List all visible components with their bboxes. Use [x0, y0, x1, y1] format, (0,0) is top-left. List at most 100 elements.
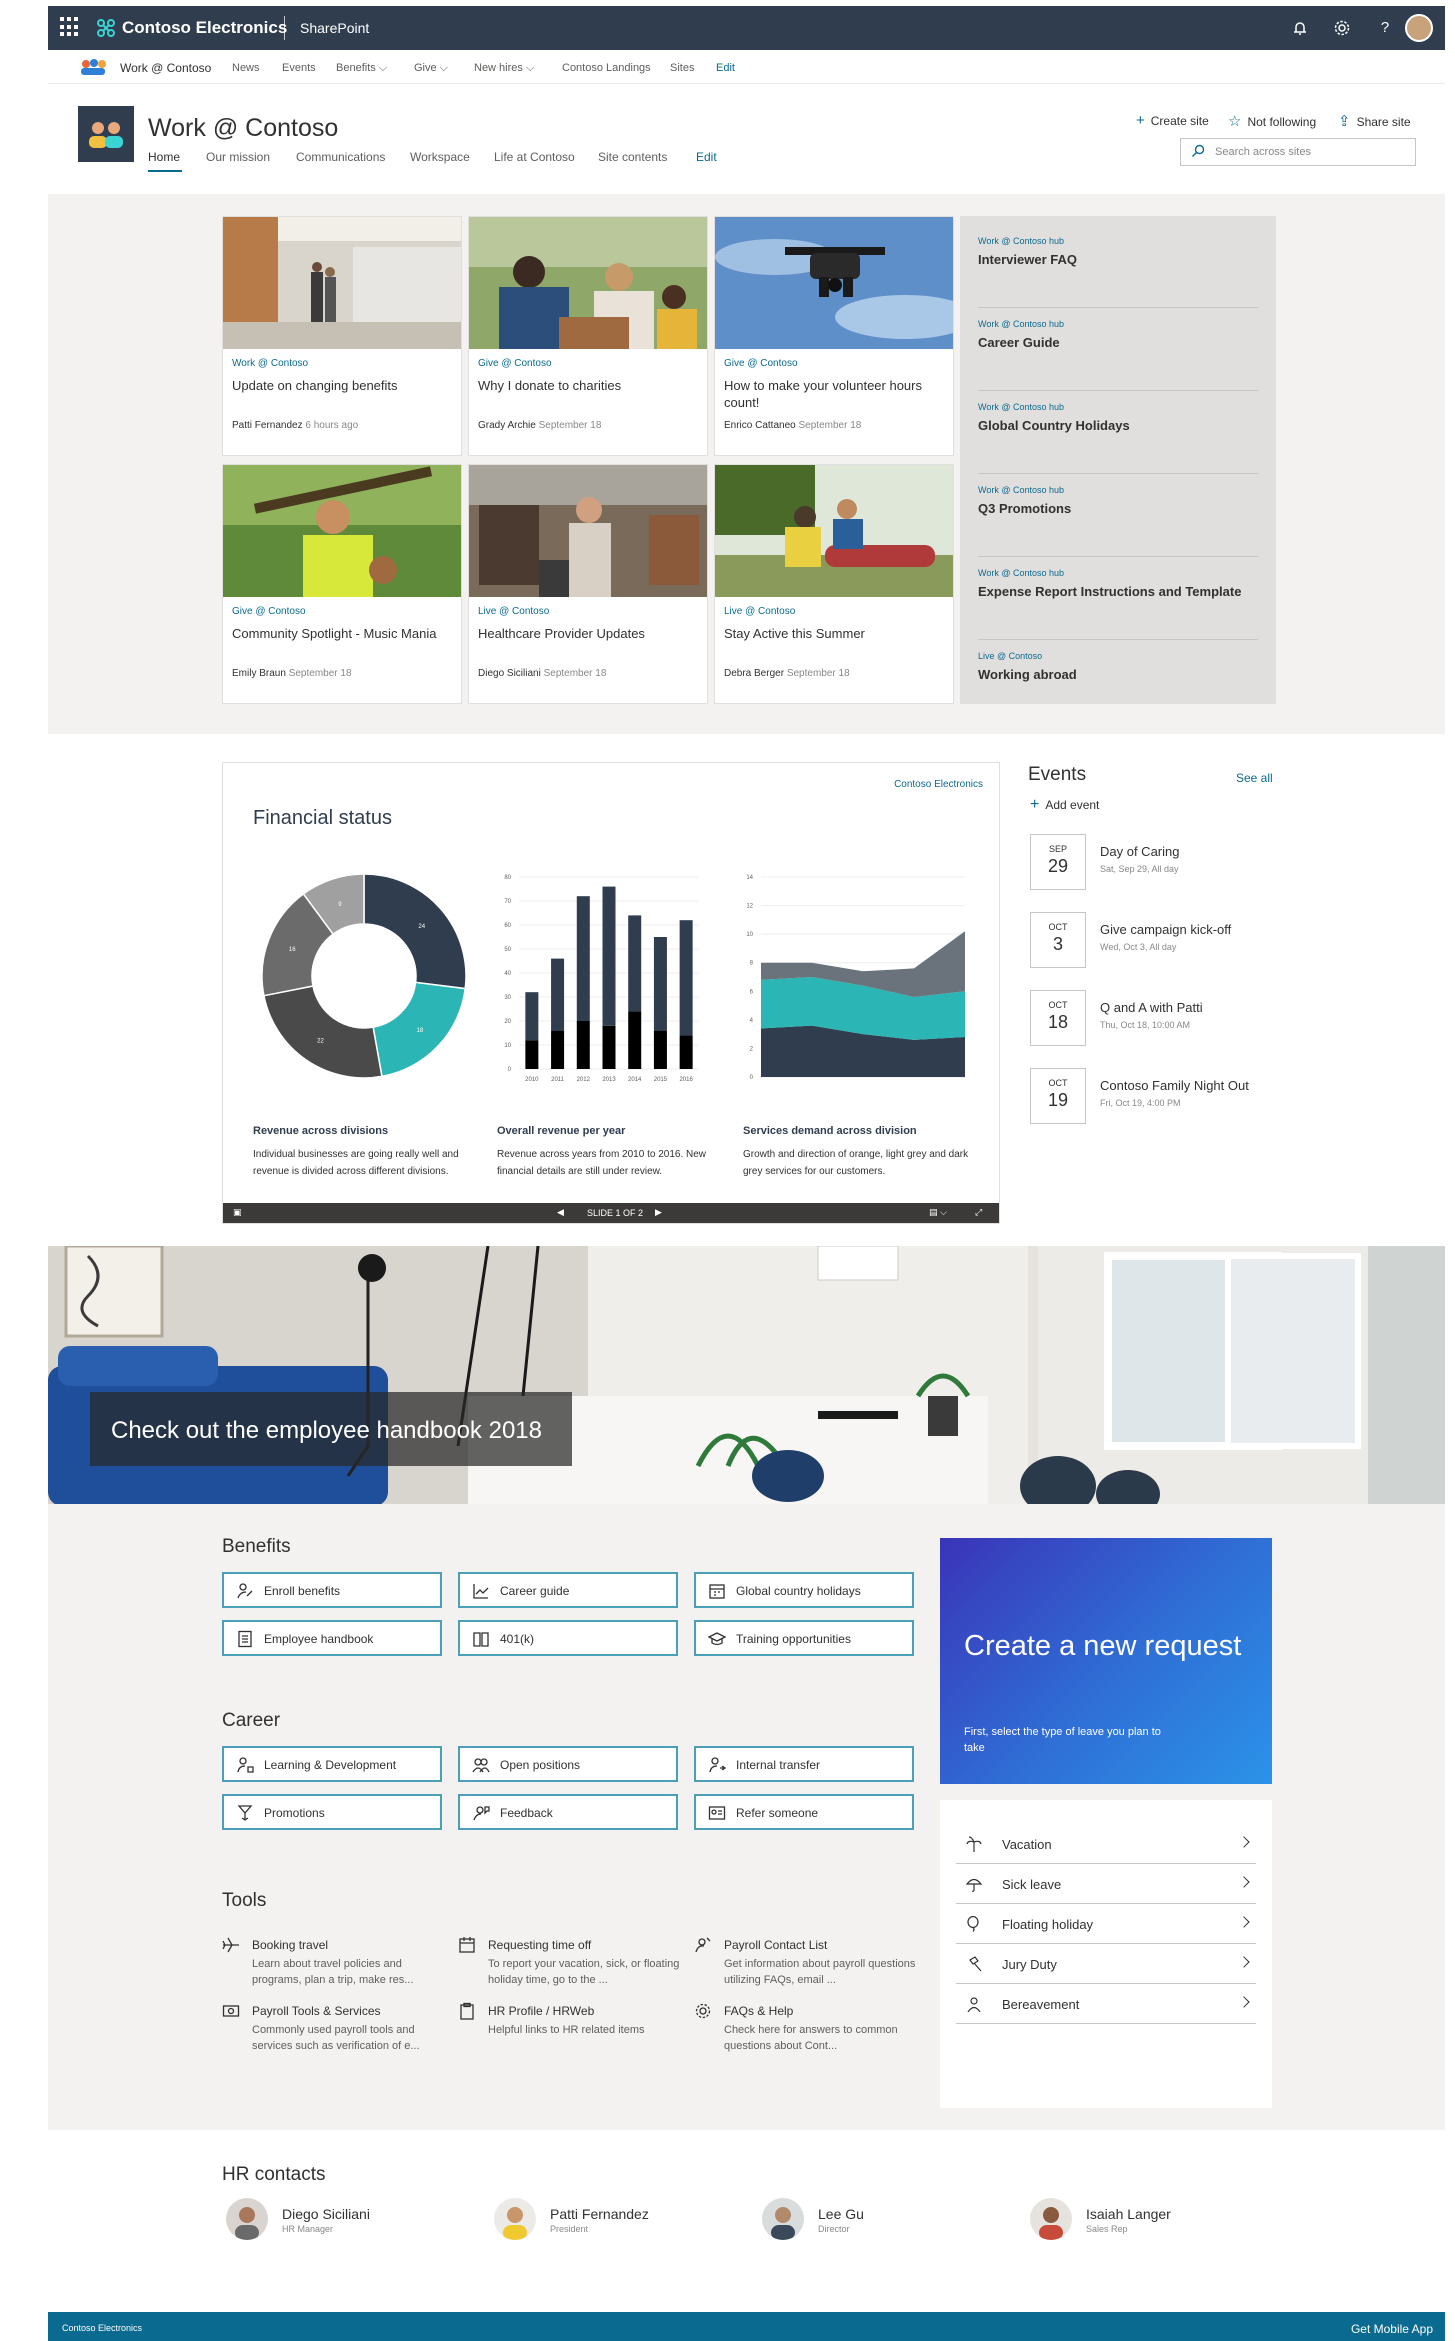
event-item[interactable]: SEP 29 Day of Caring Sat, Sep 29, All day	[1030, 834, 1290, 890]
contact-name[interactable]: Diego Siciliani	[282, 2206, 370, 2222]
leave-option-bereavement[interactable]: Bereavement	[956, 1984, 1256, 2024]
news-category[interactable]: Work @ Contoso	[232, 358, 308, 369]
hub-nav-contoso-landings[interactable]: Contoso Landings	[562, 62, 651, 74]
open-positions-button[interactable]: Open positions	[458, 1746, 678, 1782]
contact-name[interactable]: Isaiah Langer	[1086, 2206, 1171, 2222]
site-nav-our-mission[interactable]: Our mission	[206, 150, 270, 164]
tool-title[interactable]: HR Profile / HRWeb	[488, 2004, 594, 2018]
tool-title[interactable]: Payroll Contact List	[724, 1938, 827, 1952]
hero-caption[interactable]: Check out the employee handbook 2018	[90, 1392, 572, 1466]
contact-card[interactable]: Lee Gu Director	[762, 2198, 982, 2244]
hub-news-item[interactable]: Work @ Contoso hub Global Country Holiday…	[978, 402, 1258, 474]
site-nav-life-at-contoso[interactable]: Life at Contoso	[494, 150, 575, 164]
internal-transfer-button[interactable]: Internal transfer	[694, 1746, 914, 1782]
contact-card[interactable]: Diego Siciliani HR Manager	[226, 2198, 446, 2244]
get-mobile-app-link[interactable]: Get Mobile App	[1351, 2322, 1433, 2336]
career-guide-button[interactable]: Career guide	[458, 1572, 678, 1608]
hub-news-title[interactable]: Q3 Promotions	[978, 501, 1071, 516]
hub-news-title[interactable]: Expense Report Instructions and Template	[978, 584, 1241, 599]
hub-nav-sites[interactable]: Sites	[670, 62, 694, 74]
news-title[interactable]: Update on changing benefits	[232, 377, 454, 394]
leave-option-jury-duty[interactable]: Jury Duty	[956, 1944, 1256, 1984]
hub-news-item[interactable]: Work @ Contoso hub Interviewer FAQ	[978, 236, 1258, 308]
next-slide-icon[interactable]: ▶	[655, 1207, 662, 1218]
news-category[interactable]: Live @ Contoso	[724, 606, 795, 617]
hub-nav-edit[interactable]: Edit	[716, 62, 735, 74]
gear-icon[interactable]	[1332, 18, 1352, 38]
event-item[interactable]: OCT 18 Q and A with Patti Thu, Oct 18, 10:0…	[1030, 990, 1290, 1046]
leave-option-vacation[interactable]: Vacation	[956, 1824, 1256, 1864]
hub-nav-events[interactable]: Events	[282, 62, 316, 74]
news-category[interactable]: Give @ Contoso	[478, 358, 552, 369]
site-nav-home[interactable]: Home	[148, 150, 180, 164]
hub-nav-new-hires[interactable]: New hires ⌵	[474, 62, 534, 75]
tool-title[interactable]: Requesting time off	[488, 1938, 591, 1952]
event-item[interactable]: OCT 3 Give campaign kick-off Wed, Oct 3, Al…	[1030, 912, 1290, 968]
hub-nav-news[interactable]: News	[232, 62, 260, 74]
hub-nav-benefits[interactable]: Benefits ⌵	[336, 62, 387, 75]
news-title[interactable]: How to make your volunteer hours count!	[724, 377, 946, 411]
news-card[interactable]: Live @ Contoso Healthcare Provider Updat…	[468, 464, 708, 704]
global-holidays-button[interactable]: Global country holidays	[694, 1572, 914, 1608]
footer-brand[interactable]: Contoso Electronics	[62, 2323, 142, 2333]
help-icon[interactable]: ?	[1375, 18, 1395, 38]
news-title[interactable]: Stay Active this Summer	[724, 625, 946, 642]
site-nav-communications[interactable]: Communications	[296, 150, 385, 164]
news-card[interactable]: Work @ Contoso Update on changing benefi…	[222, 216, 462, 456]
news-category[interactable]: Live @ Contoso	[478, 606, 549, 617]
brand-name[interactable]: Contoso Electronics	[122, 18, 287, 38]
powerpoint-icon[interactable]: ▣	[233, 1207, 242, 1218]
event-item[interactable]: OCT 19 Contoso Family Night Out Fri, Oct 19…	[1030, 1068, 1290, 1124]
previous-slide-icon[interactable]: ◀	[557, 1207, 564, 1218]
leave-option-floating-holiday[interactable]: Floating holiday	[956, 1904, 1256, 1944]
waffle-icon[interactable]	[60, 17, 80, 37]
create-site-button[interactable]: + Create site	[1136, 112, 1209, 129]
site-nav-edit[interactable]: Edit	[696, 150, 717, 164]
site-nav-workspace[interactable]: Workspace	[410, 150, 470, 164]
hub-nav-give[interactable]: Give ⌵	[414, 62, 448, 75]
hub-news-item[interactable]: Work @ Contoso hub Expense Report Instruc…	[978, 568, 1258, 640]
news-title[interactable]: Healthcare Provider Updates	[478, 625, 700, 642]
hub-news-title[interactable]: Global Country Holidays	[978, 418, 1130, 433]
news-category[interactable]: Give @ Contoso	[232, 606, 306, 617]
refer-someone-button[interactable]: Refer someone	[694, 1794, 914, 1830]
news-card[interactable]: Live @ Contoso Stay Active this Summer D…	[714, 464, 954, 704]
hub-news-item[interactable]: Work @ Contoso hub Q3 Promotions	[978, 485, 1258, 557]
create-request-banner[interactable]: Create a new request First, select the t…	[940, 1538, 1272, 1784]
feedback-button[interactable]: Feedback	[458, 1794, 678, 1830]
site-nav-site-contents[interactable]: Site contents	[598, 150, 667, 164]
search-input[interactable]: Search across sites	[1180, 138, 1416, 166]
event-title[interactable]: Q and A with Patti	[1100, 1000, 1203, 1015]
contact-name[interactable]: Patti Fernandez	[550, 2206, 649, 2222]
news-title[interactable]: Community Spotlight - Music Mania	[232, 625, 454, 642]
site-title[interactable]: Work @ Contoso	[148, 114, 338, 143]
hub-news-title[interactable]: Working abroad	[978, 667, 1077, 682]
fullscreen-icon[interactable]: ⤢	[975, 1207, 982, 1218]
app-name[interactable]: SharePoint	[300, 20, 369, 36]
hub-name[interactable]: Work @ Contoso	[120, 61, 211, 75]
event-title[interactable]: Day of Caring	[1100, 844, 1179, 859]
enroll-benefits-button[interactable]: Enroll benefits	[222, 1572, 442, 1608]
event-title[interactable]: Give campaign kick-off	[1100, 922, 1231, 937]
bell-icon[interactable]	[1290, 18, 1310, 38]
contact-card[interactable]: Isaiah Langer Sales Rep	[1030, 2198, 1250, 2244]
news-card[interactable]: Give @ Contoso Why I donate to charities…	[468, 216, 708, 456]
news-card[interactable]: Give @ Contoso Community Spotlight - Mus…	[222, 464, 462, 704]
hero-banner[interactable]: Check out the employee handbook 2018	[48, 1246, 1445, 1504]
hub-news-title[interactable]: Career Guide	[978, 335, 1060, 350]
hub-news-title[interactable]: Interviewer FAQ	[978, 252, 1077, 267]
hub-news-item[interactable]: Work @ Contoso hub Career Guide	[978, 319, 1258, 391]
news-title[interactable]: Why I donate to charities	[478, 377, 700, 394]
contact-card[interactable]: Patti Fernandez President	[494, 2198, 714, 2244]
leave-option-sick[interactable]: Sick leave	[956, 1864, 1256, 1904]
see-all-link[interactable]: See all	[1236, 771, 1273, 785]
401k-button[interactable]: 401(k)	[458, 1620, 678, 1656]
promotions-button[interactable]: Promotions	[222, 1794, 442, 1830]
news-category[interactable]: Give @ Contoso	[724, 358, 798, 369]
training-opportunities-button[interactable]: Training opportunities	[694, 1620, 914, 1656]
event-title[interactable]: Contoso Family Night Out	[1100, 1078, 1249, 1093]
hub-news-item[interactable]: Live @ Contoso Working abroad	[978, 651, 1258, 723]
tool-title[interactable]: Payroll Tools & Services	[252, 2004, 381, 2018]
tool-title[interactable]: Booking travel	[252, 1938, 328, 1952]
news-card[interactable]: Give @ Contoso How to make your voluntee…	[714, 216, 954, 456]
